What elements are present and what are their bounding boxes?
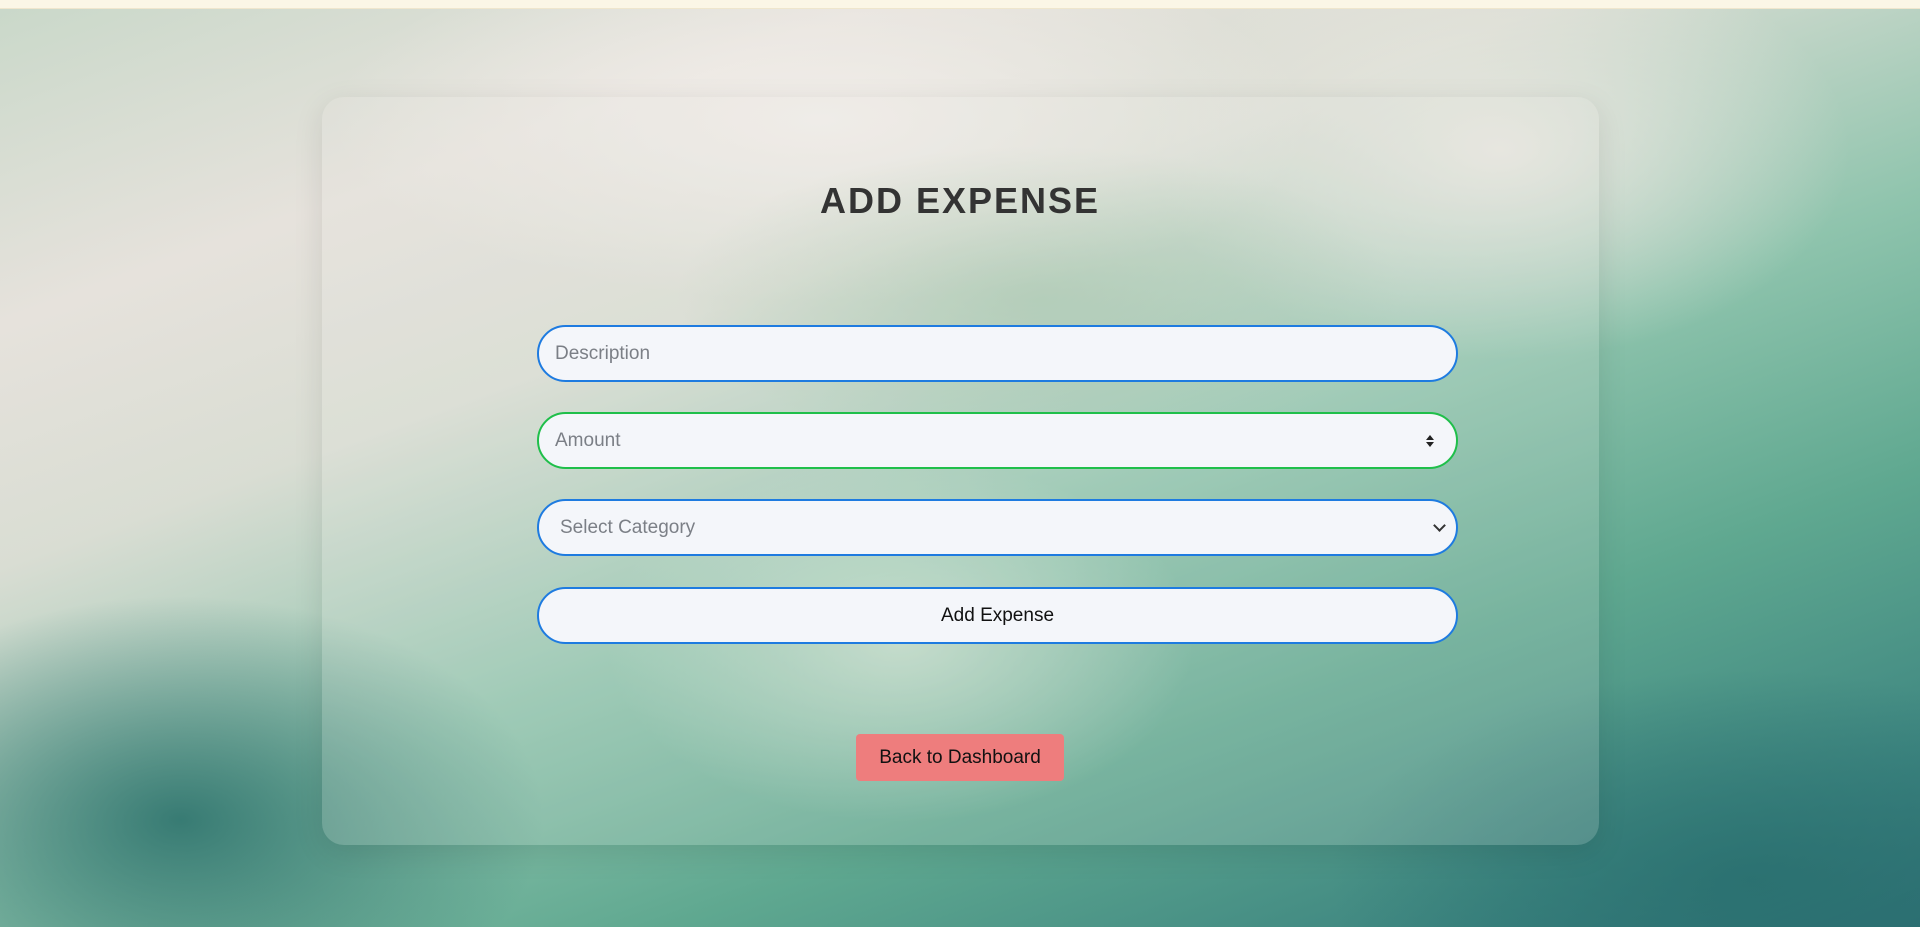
back-to-dashboard-button[interactable]: Back to Dashboard (856, 734, 1064, 781)
description-input[interactable] (537, 325, 1458, 382)
spinner-up-icon[interactable] (1426, 434, 1434, 440)
category-select[interactable]: Select Category (537, 499, 1458, 556)
chevron-down-icon (1433, 518, 1446, 532)
add-expense-button-label: Add Expense (940, 604, 1055, 626)
amount-input[interactable] (555, 429, 1424, 452)
add-expense-button[interactable]: Add Expense (537, 587, 1458, 644)
page-title: ADD EXPENSE (819, 180, 1101, 221)
spinner-icon[interactable] (1424, 434, 1436, 447)
category-select-value: Select Category (560, 516, 696, 538)
back-to-dashboard-label: Back to Dashboard (879, 746, 1041, 768)
amount-field[interactable] (537, 412, 1458, 469)
top-banner-strip (0, 0, 1920, 9)
spinner-down-icon[interactable] (1426, 441, 1434, 447)
